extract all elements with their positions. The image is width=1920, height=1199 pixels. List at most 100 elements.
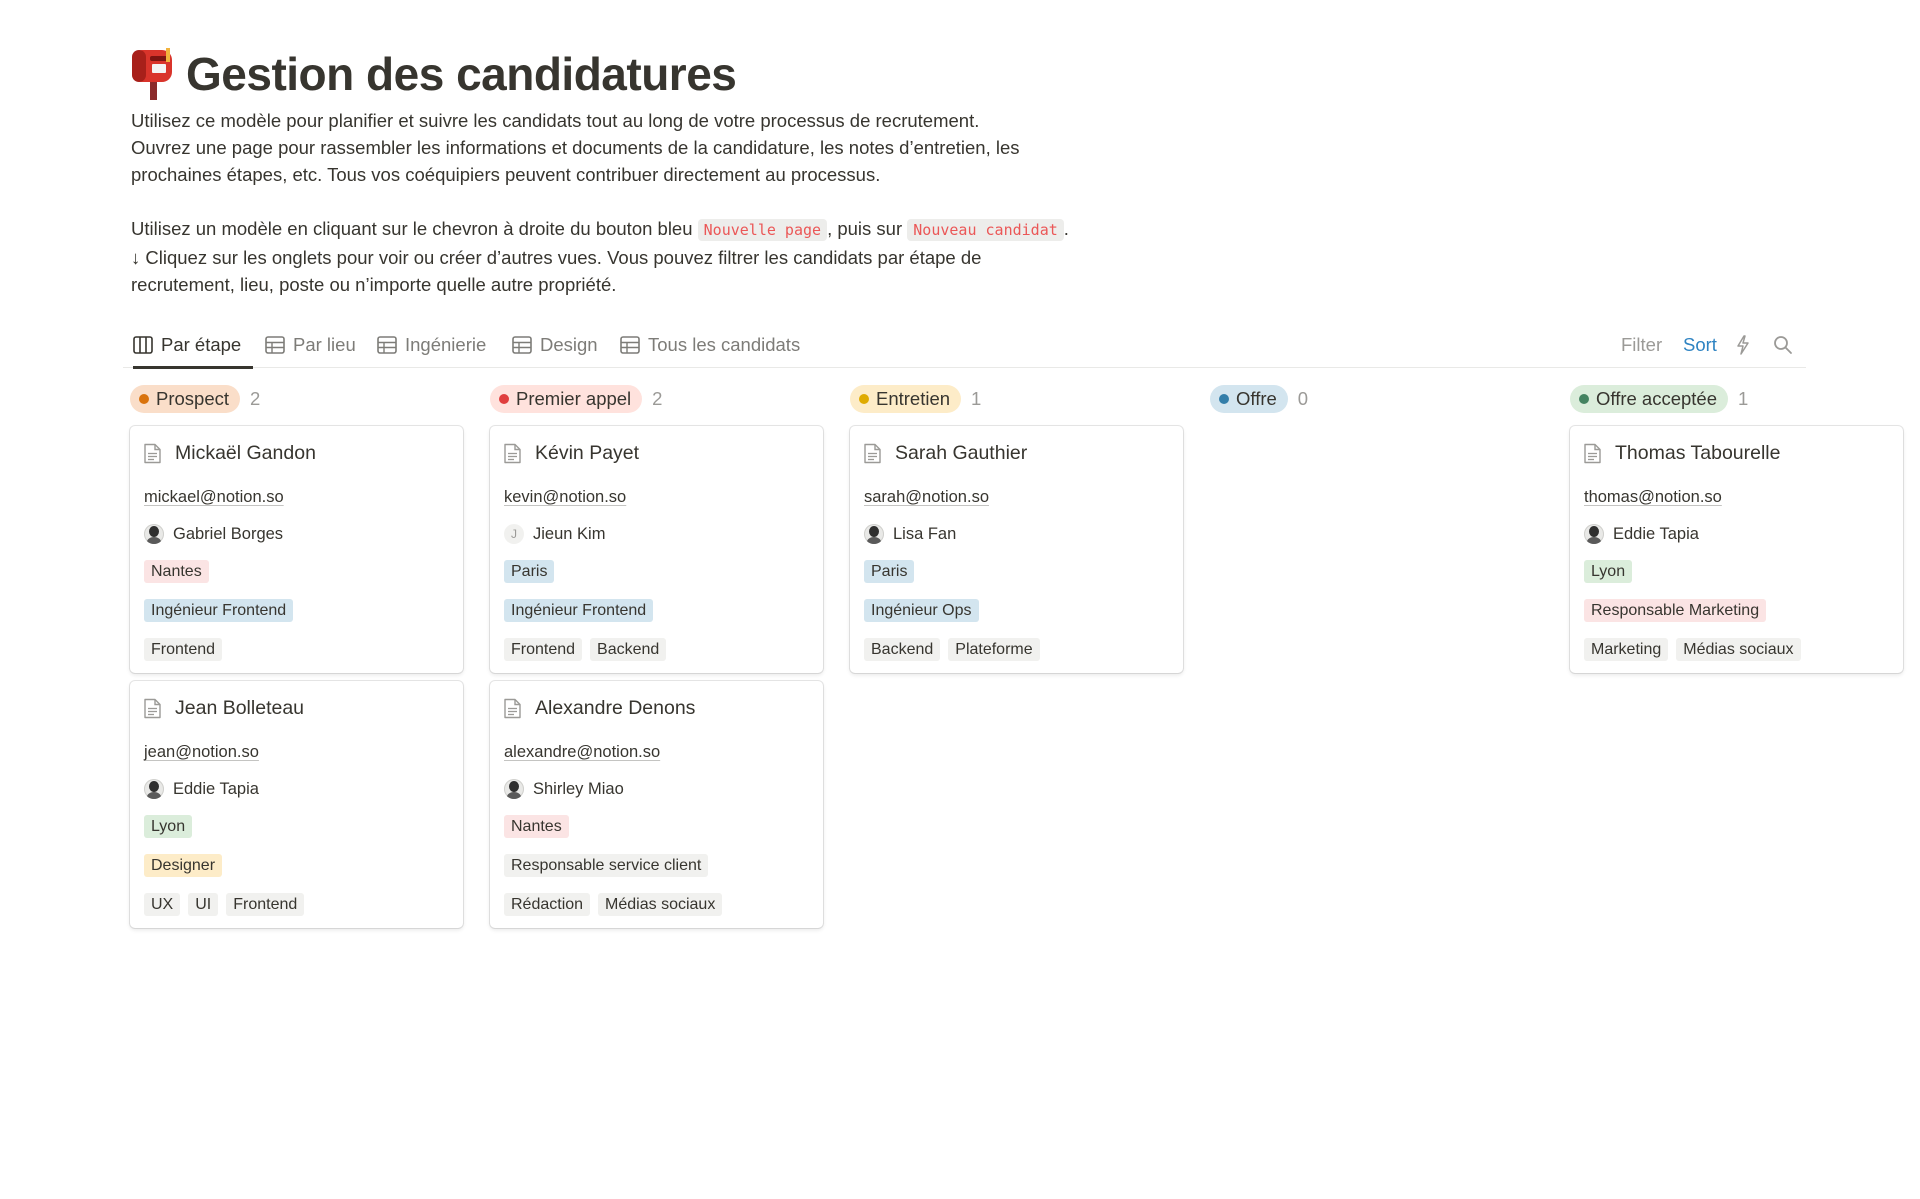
search-icon[interactable] [1773,322,1793,367]
role-tags: Designer [144,854,223,877]
status-label: Premier appel [516,388,632,409]
candidate-name: Jean Bolleteau [175,697,305,719]
skill-tag: UX [144,893,181,916]
role-tag: Responsable Marketing [1584,599,1767,622]
skill-tag: Backend [864,638,941,661]
location-tags: Paris [504,560,555,583]
status-dot [1579,394,1589,404]
tab-ingenierie[interactable]: Ingénierie [377,322,486,367]
code-new-candidate: Nouveau candidat [907,219,1064,241]
candidate-card[interactable]: Alexandre Denons alexandre@notion.so Shi… [490,681,823,928]
column-header-prospect[interactable]: Prospect 2 [130,385,260,413]
avatar [504,779,524,799]
tab-design[interactable]: Design [512,322,598,367]
candidate-card[interactable]: Kévin Payet kevin@notion.so J Jieun Kim … [490,426,823,673]
tab-label: Par lieu [293,333,356,355]
skill-tag: Médias sociaux [598,893,723,916]
status-label: Offre acceptée [1596,388,1718,409]
instructions-line: Utilisez un modèle en cliquant sur le ch… [131,215,1131,244]
skill-tag: Frontend [144,638,223,661]
recruiter: J Jieun Kim [504,524,605,544]
column-count: 2 [250,388,261,409]
role-tags: Ingénieur Ops [864,599,979,622]
column-header-premier-appel[interactable]: Premier appel 2 [490,385,662,413]
tab-label: Ingénierie [405,333,487,355]
skill-tag: Frontend [504,638,583,661]
skill-tags: Rédaction Médias sociaux [504,893,723,916]
card-title: Kévin Payet [503,442,639,465]
lightning-icon[interactable] [1736,322,1750,367]
table-icon [377,335,397,354]
email-link[interactable]: kevin@notion.so [504,488,626,507]
recruiter: Eddie Tapia [144,779,259,799]
sort-button[interactable]: Sort [1683,322,1717,367]
table-icon [620,335,640,354]
status-pill: Offre [1210,385,1288,413]
location-tags: Lyon [1584,560,1633,583]
page-icon [864,443,881,464]
candidate-card[interactable]: Jean Bolleteau jean@notion.so Eddie Tapi… [130,681,463,928]
page-icon [144,698,161,719]
location-tag: Nantes [504,815,569,838]
instructions-line: ↓ Cliquez sur les onglets pour voir ou c… [131,247,982,268]
table-icon [512,335,532,354]
skill-tag: Backend [590,638,667,661]
avatar [144,779,164,799]
description-line: Ouvrez une page pour rassembler les info… [131,137,1020,158]
recruiter-name: Eddie Tapia [1613,524,1699,543]
page-title-row: Gestion des candidatures [130,46,737,102]
email-link[interactable]: sarah@notion.so [864,488,989,507]
recruiter-name: Lisa Fan [893,524,957,543]
tab-par-etape[interactable]: Par étape [133,322,253,369]
page-description: Utilisez ce modèle pour planifier et sui… [131,107,1131,298]
status-label: Prospect [156,388,230,409]
filter-button[interactable]: Filter [1621,322,1662,367]
location-tag: Lyon [144,815,193,838]
card-title: Sarah Gauthier [863,442,1027,465]
table-icon [265,335,285,354]
email-link[interactable]: thomas@notion.so [1584,488,1722,507]
board-icon [133,335,153,354]
status-pill: Premier appel [490,385,643,413]
role-tag: Ingénieur Frontend [144,599,294,622]
card-title: Alexandre Denons [503,697,695,720]
page-icon [504,698,521,719]
skill-tags: Frontend Backend [504,638,667,661]
mailbox-icon[interactable] [130,46,176,102]
column-header-entretien[interactable]: Entretien 1 [850,385,981,413]
email-link[interactable]: mickael@notion.so [144,488,284,507]
instructions-line: recrutement, lieu, poste ou n’importe qu… [131,274,617,295]
skill-tag: Plateforme [948,638,1040,661]
email-link[interactable]: jean@notion.so [144,743,259,762]
location-tag: Paris [864,560,915,583]
skill-tag: Frontend [226,893,305,916]
card-title: Thomas Tabourelle [1583,442,1780,465]
recruiter-name: Gabriel Borges [173,524,284,543]
column-header-offre[interactable]: Offre 0 [1210,385,1308,413]
status-dot [859,394,869,404]
skill-tag: Rédaction [504,893,591,916]
candidate-name: Kévin Payet [535,442,640,464]
status-dot [139,394,149,404]
candidate-card[interactable]: Thomas Tabourelle thomas@notion.so Eddie… [1570,426,1903,673]
tab-tous-les-candidats[interactable]: Tous les candidats [620,322,800,367]
instructions-text: Utilisez un modèle en cliquant sur le ch… [131,218,698,239]
location-tag: Nantes [144,560,209,583]
sort-label: Sort [1683,333,1717,355]
tab-par-lieu[interactable]: Par lieu [265,322,356,367]
candidate-card[interactable]: Sarah Gauthier sarah@notion.so Lisa Fan … [850,426,1183,673]
candidate-name: Mickaël Gandon [175,442,316,464]
location-tag: Paris [504,560,555,583]
recruiter: Eddie Tapia [1584,524,1699,544]
status-pill: Prospect [130,385,241,413]
column-header-offre-acceptee[interactable]: Offre acceptée 1 [1570,385,1748,413]
skill-tags: Frontend [144,638,223,661]
email-link[interactable]: alexandre@notion.so [504,743,660,762]
avatar [1584,524,1604,544]
avatar: J [504,524,524,544]
description-line: prochaines étapes, etc. Tous vos coéquip… [131,164,881,185]
candidate-card[interactable]: Mickaël Gandon mickael@notion.so Gabriel… [130,426,463,673]
location-tags: Nantes [144,560,209,583]
location-tag: Lyon [1584,560,1633,583]
recruiter: Gabriel Borges [144,524,283,544]
